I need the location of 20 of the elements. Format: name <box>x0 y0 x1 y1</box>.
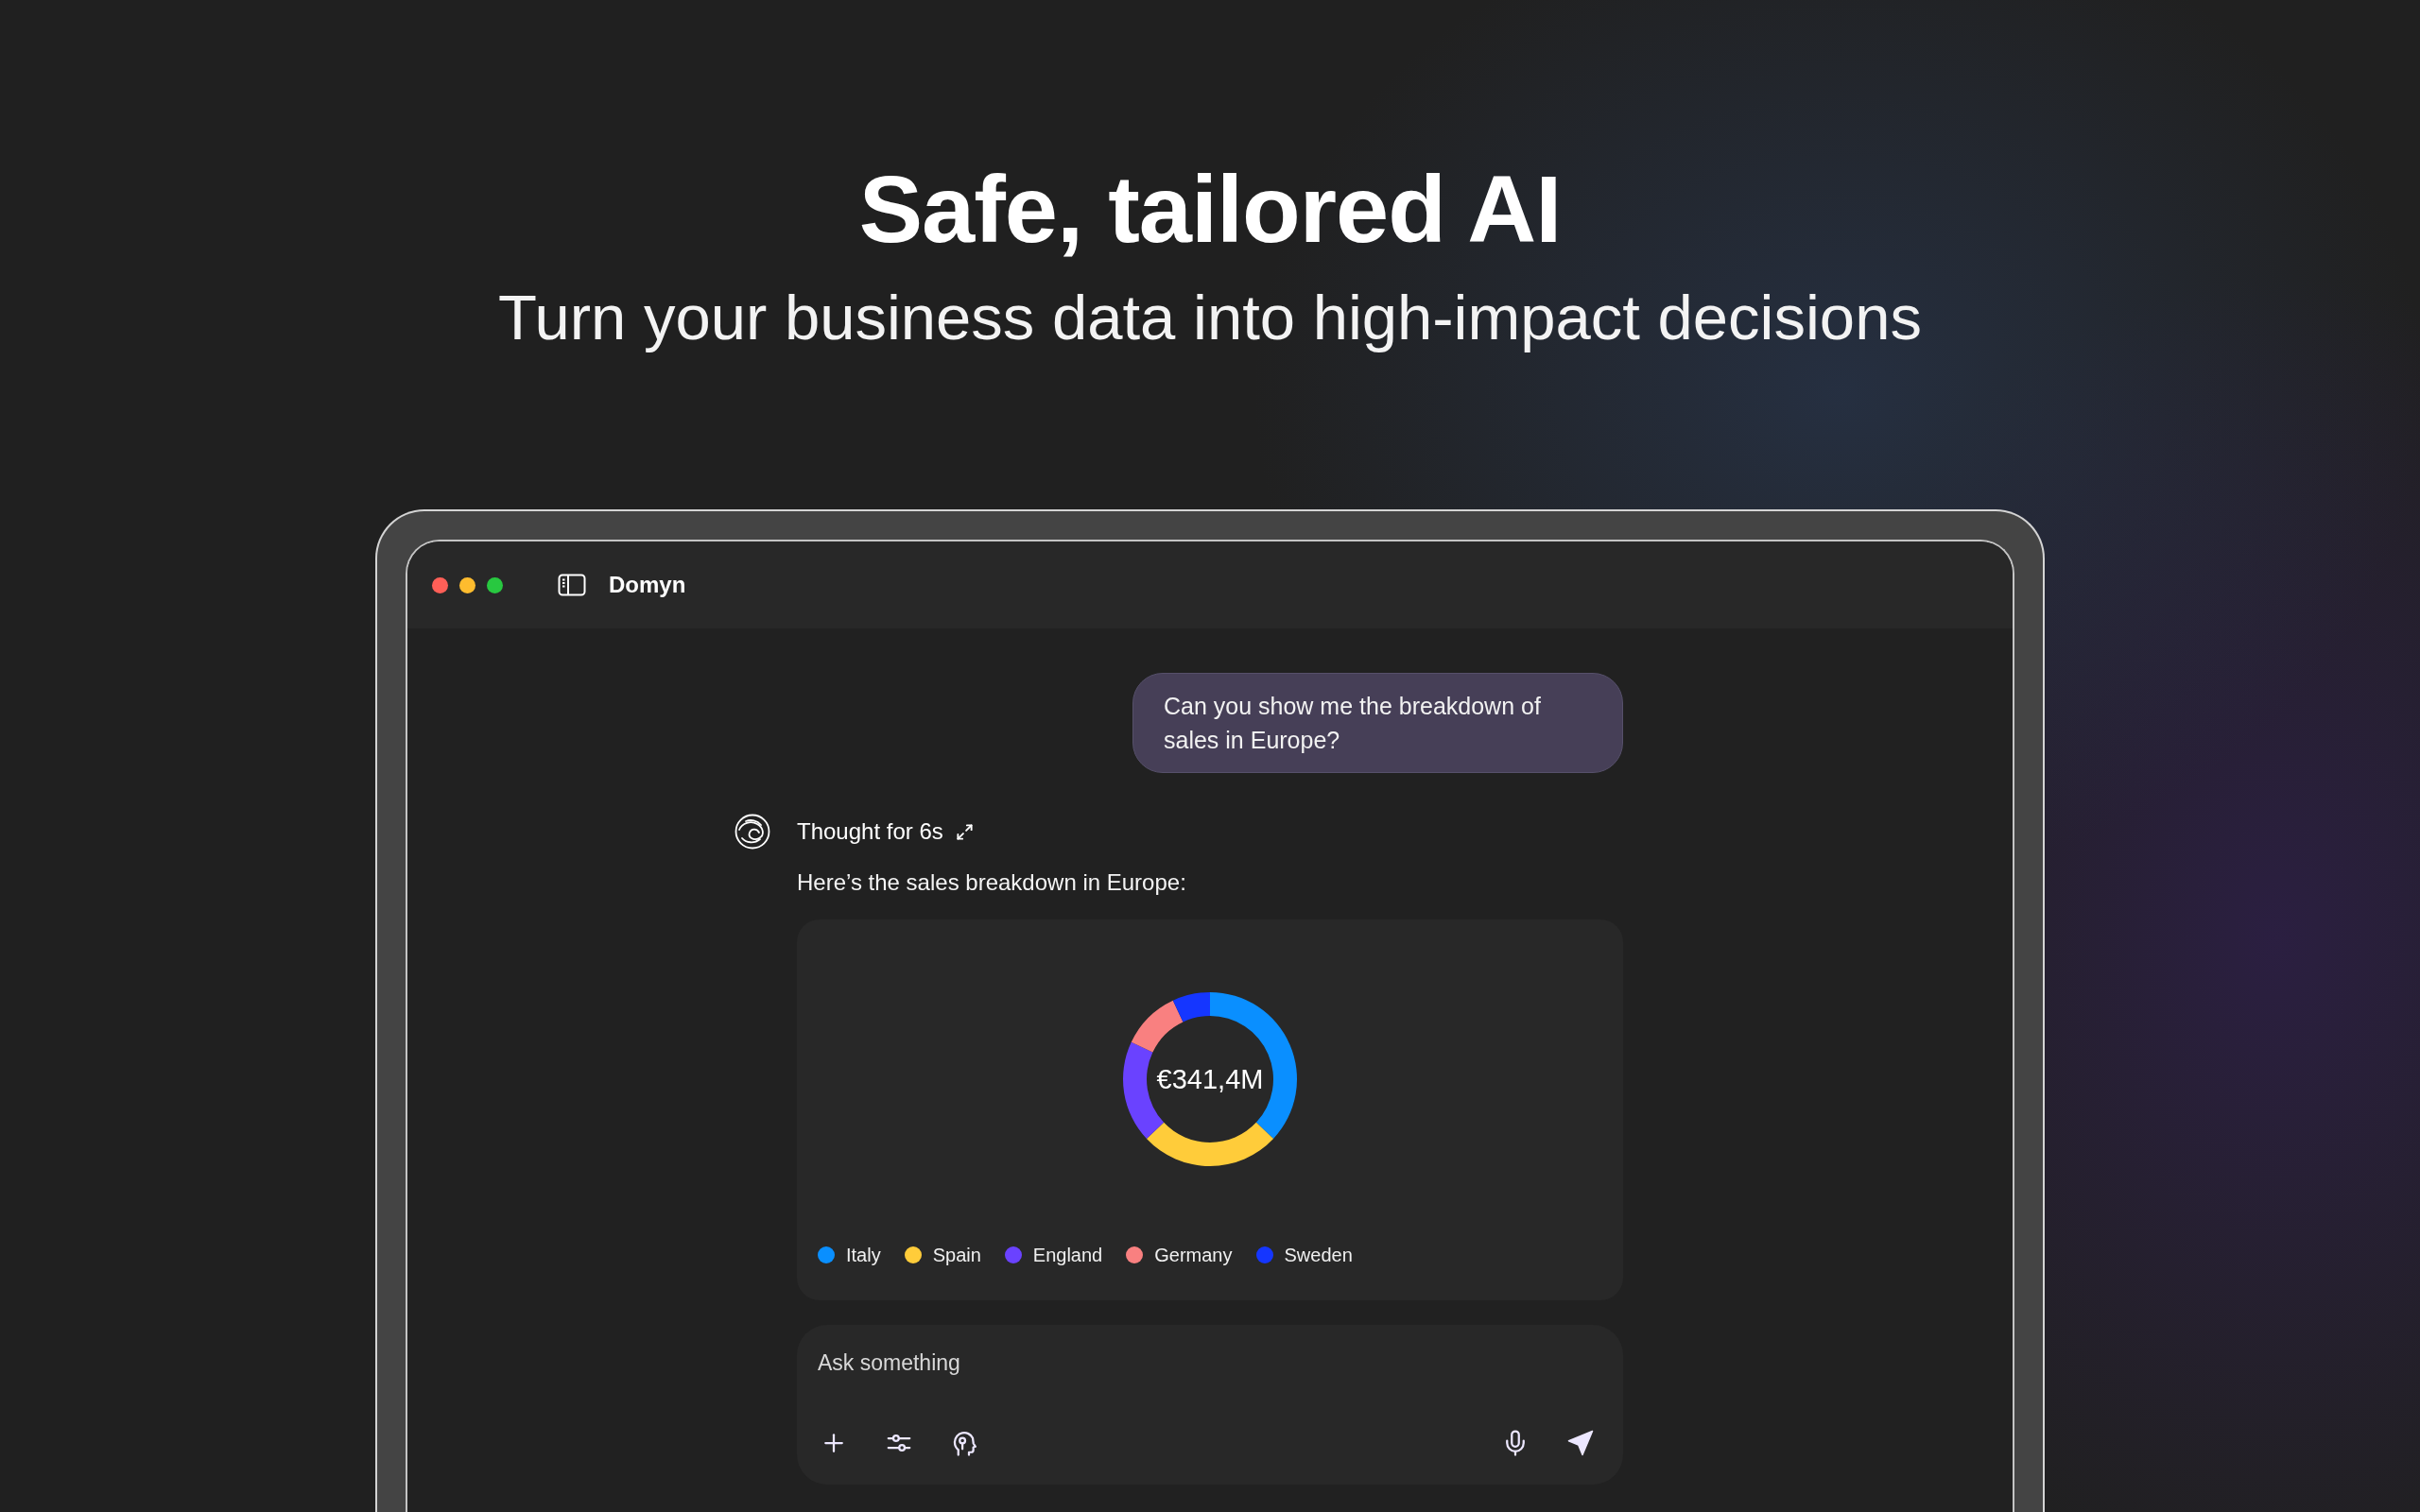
message-input[interactable]: Ask something <box>818 1347 1595 1379</box>
assistant-reply: Here’s the sales breakdown in Europe: <box>797 868 1187 897</box>
close-window-button[interactable] <box>432 576 448 593</box>
donut-center-label: €341,4M <box>1156 1064 1264 1094</box>
legend-label: Spain <box>932 1245 981 1265</box>
legend-label: Italy <box>846 1245 881 1265</box>
legend-label: England <box>1032 1245 1103 1265</box>
hero-subtitle: Turn your business data into high-impact decisions <box>498 281 1922 354</box>
legend-label: Germany <box>1154 1245 1233 1265</box>
sidebar-panel-icon[interactable] <box>558 574 586 596</box>
swirl-avatar-icon <box>735 814 770 850</box>
hero-title: Safe, tailored AI <box>858 157 1562 262</box>
diagonal-arrows-icon[interactable] <box>955 822 974 841</box>
paper-plane-icon[interactable] <box>1566 1429 1595 1457</box>
legend-label: Sweden <box>1284 1245 1353 1265</box>
window-title: Domyn <box>609 572 686 598</box>
user-message: Can you show me the breakdown of sales in Europe? <box>1132 673 1623 773</box>
thought-label: Thought for 6s <box>797 817 943 846</box>
minimize-window-button[interactable] <box>459 576 475 593</box>
maximize-window-button[interactable] <box>487 576 503 593</box>
